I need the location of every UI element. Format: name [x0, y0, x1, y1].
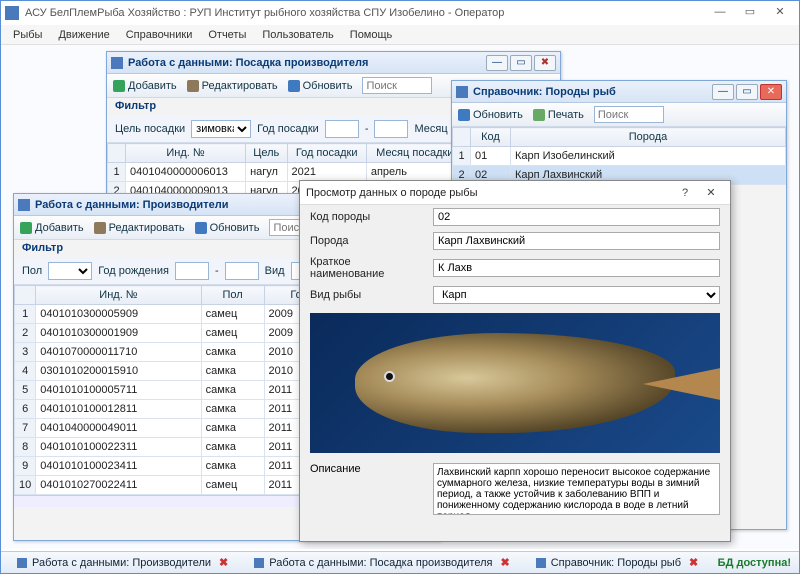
close-icon[interactable]: ✖: [500, 556, 509, 569]
breed-image: [310, 313, 720, 453]
minimize-button[interactable]: —: [705, 3, 735, 23]
code-label: Код породы: [310, 211, 425, 223]
desc-textarea[interactable]: [433, 463, 720, 515]
breed-label: Порода: [310, 235, 425, 247]
close-icon[interactable]: ✖: [689, 556, 698, 569]
child-maximize-button[interactable]: ▭: [510, 55, 532, 71]
pencil-icon: [187, 80, 199, 92]
window-breeds-title[interactable]: Справочник: Породы рыб — ▭ ✕: [452, 81, 786, 103]
statusbar: Работа с данными: Производители✖ Работа …: [1, 551, 799, 573]
child-close-button[interactable]: ✖: [534, 55, 556, 71]
app-icon: [5, 6, 19, 20]
main-window: АСУ БелПлемРыба Хозяйство : РУП Институт…: [0, 0, 800, 574]
carp-illustration: [355, 333, 675, 434]
breeds-table: Код Порода 101Карп Изобелинский 202Карп …: [452, 127, 786, 185]
sex-select[interactable]: [48, 262, 92, 280]
close-icon[interactable]: ✖: [219, 556, 228, 569]
window-icon: [456, 86, 468, 98]
year-from-input[interactable]: [175, 262, 209, 280]
close-button[interactable]: ✕: [765, 3, 795, 23]
menu-help[interactable]: Помощь: [342, 27, 401, 43]
code-input[interactable]: [433, 208, 720, 226]
search-input[interactable]: [362, 77, 432, 94]
refresh-button[interactable]: Обновить: [195, 222, 260, 234]
print-button[interactable]: Печать: [533, 109, 584, 121]
db-status: БД доступна!: [718, 557, 791, 569]
window-icon: [17, 558, 27, 568]
add-button[interactable]: Добавить: [113, 80, 177, 92]
edit-button[interactable]: Редактировать: [187, 80, 278, 92]
menu-movement[interactable]: Движение: [50, 27, 117, 43]
child-minimize-button[interactable]: —: [712, 84, 734, 100]
refresh-button[interactable]: Обновить: [458, 109, 523, 121]
child-maximize-button[interactable]: ▭: [736, 84, 758, 100]
window-icon: [111, 57, 123, 69]
breed-view-modal: Просмотр данных о породе рыбы ? ✕ Код по…: [299, 180, 731, 542]
child-close-button[interactable]: ✕: [760, 84, 782, 100]
desc-label: Описание: [310, 463, 425, 515]
mdi-area: Работа с данными: Посадка производителя …: [1, 45, 799, 549]
child-minimize-button[interactable]: —: [486, 55, 508, 71]
plus-icon: [20, 222, 32, 234]
maximize-button[interactable]: ▭: [735, 3, 765, 23]
task-producers[interactable]: Работа с данными: Производители✖: [9, 554, 236, 571]
year-to-input[interactable]: [225, 262, 259, 280]
printer-icon: [533, 109, 545, 121]
search-input[interactable]: [594, 106, 664, 123]
window-icon: [254, 558, 264, 568]
menu-reports[interactable]: Отчеты: [200, 27, 254, 43]
short-label: Краткое наименование: [310, 256, 425, 280]
refresh-icon: [458, 109, 470, 121]
menu-user[interactable]: Пользователь: [254, 27, 341, 43]
app-title: АСУ БелПлемРыба Хозяйство : РУП Институт…: [25, 7, 705, 19]
year-from-input[interactable]: [325, 120, 359, 138]
pencil-icon: [94, 222, 106, 234]
window-stocking-title[interactable]: Работа с данными: Посадка производителя …: [107, 52, 560, 74]
window-icon: [536, 558, 546, 568]
modal-titlebar[interactable]: Просмотр данных о породе рыбы ? ✕: [300, 181, 730, 205]
help-button[interactable]: ?: [672, 187, 698, 199]
menu-fish[interactable]: Рыбы: [5, 27, 50, 43]
species-label: Вид рыбы: [310, 289, 425, 301]
modal-title: Просмотр данных о породе рыбы: [306, 187, 478, 199]
main-titlebar: АСУ БелПлемРыба Хозяйство : РУП Институт…: [1, 1, 799, 25]
edit-button[interactable]: Редактировать: [94, 222, 185, 234]
add-button[interactable]: Добавить: [20, 222, 84, 234]
menu-directories[interactable]: Справочники: [118, 27, 201, 43]
refresh-icon: [195, 222, 207, 234]
modal-close-button[interactable]: ✕: [698, 186, 724, 199]
short-input[interactable]: [433, 259, 720, 277]
breeds-toolbar: Обновить Печать: [452, 103, 786, 127]
table-row[interactable]: 101Карп Изобелинский: [453, 147, 786, 166]
window-icon: [18, 199, 30, 211]
refresh-button[interactable]: Обновить: [288, 80, 353, 92]
menubar: Рыбы Движение Справочники Отчеты Пользов…: [1, 25, 799, 45]
year-to-input[interactable]: [374, 120, 408, 138]
plus-icon: [113, 80, 125, 92]
refresh-icon: [288, 80, 300, 92]
purpose-select[interactable]: зимовка: [191, 120, 251, 138]
task-stocking[interactable]: Работа с данными: Посадка производителя✖: [246, 554, 517, 571]
species-select[interactable]: Карп: [433, 286, 720, 304]
breed-input[interactable]: [433, 232, 720, 250]
task-breeds[interactable]: Справочник: Породы рыб✖: [528, 554, 707, 571]
